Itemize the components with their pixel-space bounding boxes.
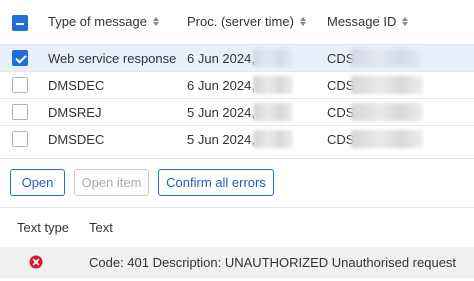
redacted-message-id: [351, 76, 423, 94]
select-all-checkbox[interactable]: [12, 15, 28, 31]
redacted-time: [253, 130, 293, 148]
row-date: 6 Jun 2024,: [187, 78, 255, 93]
error-message: Code: 401 Description: UNAUTHORIZED Unau…: [89, 255, 457, 270]
row-date: 6 Jun 2024,: [187, 51, 255, 66]
row-checkbox[interactable]: [12, 77, 28, 93]
error-row[interactable]: Code: 401 Description: UNAUTHORIZED Unau…: [0, 247, 474, 278]
redacted-time: [253, 103, 293, 121]
column-header-proc-time-label: Proc. (server time): [187, 14, 294, 29]
row-type: DMSDEC: [48, 78, 105, 93]
redacted-message-id: [351, 103, 423, 121]
column-header-message-id[interactable]: Message ID: [327, 14, 409, 29]
row-checkbox[interactable]: [12, 131, 28, 147]
table-row[interactable]: DMSDEC 5 Jun 2024, CDS.: [0, 125, 474, 152]
divider: [0, 158, 474, 159]
redacted-time: [253, 76, 293, 94]
redacted-message-id: [351, 49, 423, 67]
sort-icon: [402, 17, 409, 26]
column-header-type[interactable]: Type of message: [48, 14, 159, 29]
sort-icon: [299, 17, 306, 26]
row-type: DMSDEC: [48, 132, 105, 147]
redacted-time: [253, 49, 293, 67]
confirm-all-errors-button[interactable]: Confirm all errors: [158, 169, 274, 196]
error-column-header-text: Text: [89, 220, 113, 235]
error-circle-icon: [29, 255, 43, 269]
error-column-header-text-type: Text type: [17, 220, 70, 235]
redacted-message-id: [351, 130, 423, 148]
open-button[interactable]: Open: [10, 169, 65, 196]
table-row[interactable]: DMSDEC 6 Jun 2024, CDS.: [0, 71, 474, 98]
row-type: Web service response: [48, 51, 177, 66]
row-checkbox[interactable]: [12, 104, 28, 120]
sort-icon: [153, 17, 159, 26]
column-header-proc-time[interactable]: Proc. (server time): [187, 14, 306, 29]
table-row[interactable]: Web service response 6 Jun 2024, CDS.: [0, 44, 474, 71]
row-date: 5 Jun 2024,: [187, 132, 255, 147]
table-row[interactable]: DMSREJ 5 Jun 2024, CDS.: [0, 98, 474, 125]
row-type: DMSREJ: [48, 105, 102, 120]
row-checkbox[interactable]: [12, 50, 28, 66]
row-date: 5 Jun 2024,: [187, 105, 255, 120]
column-header-type-label: Type of message: [48, 14, 147, 29]
table-header: Type of message Proc. (server time) Mess…: [0, 0, 474, 44]
open-item-button[interactable]: Open item: [74, 169, 149, 196]
column-header-message-id-label: Message ID: [327, 14, 397, 29]
divider: [0, 207, 474, 208]
